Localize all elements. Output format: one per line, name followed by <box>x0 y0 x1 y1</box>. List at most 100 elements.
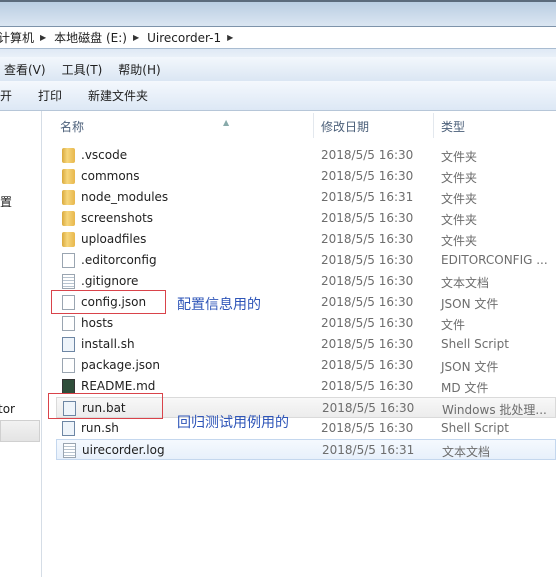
file-date: 2018/5/5 16:30 <box>321 295 414 309</box>
file-type: 文件夹 <box>441 192 478 206</box>
file-type: JSON 文件 <box>441 297 499 311</box>
file-row[interactable]: hosts 2018/5/5 16:30 文件 <box>56 313 556 334</box>
menu-tools[interactable]: 工具(T) <box>62 61 103 78</box>
file-row[interactable]: commons 2018/5/5 16:30 文件夹 <box>56 166 556 187</box>
folder-icon <box>62 211 75 226</box>
file-type: 文件夹 <box>441 234 478 248</box>
file-date: 2018/5/5 16:30 <box>321 211 414 225</box>
file-date: 2018/5/5 16:30 <box>321 169 414 183</box>
annotation-box-config <box>51 290 166 314</box>
file-type: 文件夹 <box>441 150 478 164</box>
column-date[interactable]: 修改日期 <box>321 118 369 135</box>
sidebar-item-selected[interactable] <box>0 420 40 442</box>
file-row[interactable]: screenshots 2018/5/5 16:30 文件夹 <box>56 208 556 229</box>
file-date: 2018/5/5 16:31 <box>321 190 414 204</box>
file-name: commons <box>81 169 140 183</box>
file-type: Windows 批处理... <box>442 403 547 417</box>
file-row[interactable]: uploadfiles 2018/5/5 16:30 文件夹 <box>56 229 556 250</box>
file-name: .editorconfig <box>81 253 157 267</box>
markdown-icon <box>62 379 75 394</box>
file-name: uirecorder.log <box>82 443 165 457</box>
chevron-right-icon[interactable]: ▶ <box>227 33 233 42</box>
file-name: README.md <box>81 379 156 393</box>
folder-icon <box>62 190 75 205</box>
file-date: 2018/5/5 16:30 <box>321 232 414 246</box>
breadcrumb-folder[interactable]: Uirecorder-1 <box>147 31 221 45</box>
file-icon <box>62 358 75 373</box>
title-bar <box>0 0 556 26</box>
folder-icon <box>62 232 75 247</box>
file-date: 2018/5/5 16:30 <box>321 148 414 162</box>
folder-icon <box>62 148 75 163</box>
file-name: uploadfiles <box>81 232 147 246</box>
file-date: 2018/5/5 16:30 <box>321 274 414 288</box>
file-row[interactable]: run.sh 2018/5/5 16:30 Shell Script <box>56 418 556 439</box>
file-date: 2018/5/5 16:30 <box>321 358 414 372</box>
column-divider[interactable] <box>313 113 314 138</box>
chevron-right-icon[interactable]: ▶ <box>133 33 139 42</box>
file-row[interactable]: .gitignore 2018/5/5 16:30 文本文档 <box>56 271 556 292</box>
file-icon <box>62 253 75 268</box>
file-name: node_modules <box>81 190 169 204</box>
file-type: 文件夹 <box>441 171 478 185</box>
file-type: 文件夹 <box>441 213 478 227</box>
column-header: ▲ 名称 修改日期 类型 <box>43 113 556 138</box>
menu-view[interactable]: 查看(V) <box>4 61 46 78</box>
file-type: EDITORCONFIG ... <box>441 253 548 267</box>
file-type: JSON 文件 <box>441 360 499 374</box>
file-icon <box>62 316 75 331</box>
file-date: 2018/5/5 16:30 <box>321 253 414 267</box>
address-bar[interactable]: 计算机 ▶ 本地磁盘 (E:) ▶ Uirecorder-1 ▶ <box>0 26 556 49</box>
file-name: package.json <box>81 358 161 372</box>
file-type: 文本文档 <box>442 445 491 459</box>
divider <box>0 49 556 57</box>
annotation-config: 配置信息用的 <box>177 297 261 313</box>
file-type: MD 文件 <box>441 381 489 395</box>
file-date: 2018/5/5 16:31 <box>322 443 415 457</box>
breadcrumb-drive[interactable]: 本地磁盘 (E:) <box>54 29 127 46</box>
script-icon <box>62 337 75 352</box>
file-row[interactable]: node_modules 2018/5/5 16:31 文件夹 <box>56 187 556 208</box>
new-folder-button[interactable]: 新建文件夹 <box>88 87 148 104</box>
navigation-pane: 位置 tor <box>0 111 42 577</box>
annotation-box-run <box>48 393 163 419</box>
print-button[interactable]: 打印 <box>38 87 62 104</box>
file-row[interactable]: package.json 2018/5/5 16:30 JSON 文件 <box>56 355 556 376</box>
text-file-icon <box>62 274 75 289</box>
file-name: run.sh <box>81 421 119 435</box>
script-icon <box>62 421 75 436</box>
file-type: 文本文档 <box>441 276 490 290</box>
file-row[interactable]: uirecorder.log 2018/5/5 16:31 文本文档 <box>56 439 556 460</box>
file-type: Shell Script <box>441 337 509 351</box>
file-type: Shell Script <box>441 421 509 435</box>
file-name: install.sh <box>81 337 135 351</box>
annotation-run: 回归测试用例用的 <box>177 415 289 431</box>
sort-ascending-icon: ▲ <box>223 118 230 127</box>
column-divider[interactable] <box>433 113 434 138</box>
menu-help[interactable]: 帮助(H) <box>118 61 160 78</box>
file-name: .vscode <box>81 148 128 162</box>
open-button[interactable]: 打开 <box>0 87 12 104</box>
toolbar: 打开 打印 新建文件夹 <box>0 81 556 111</box>
chevron-right-icon[interactable]: ▶ <box>40 33 46 42</box>
sidebar-item-location[interactable]: 位置 <box>0 193 12 210</box>
file-name: .gitignore <box>81 274 139 288</box>
folder-icon <box>62 169 75 184</box>
file-date: 2018/5/5 16:30 <box>321 379 414 393</box>
file-row[interactable]: install.sh 2018/5/5 16:30 Shell Script <box>56 334 556 355</box>
file-name: screenshots <box>81 211 154 225</box>
file-date: 2018/5/5 16:30 <box>322 401 415 415</box>
file-row[interactable]: .vscode 2018/5/5 16:30 文件夹 <box>56 145 556 166</box>
column-name[interactable]: 名称 <box>60 118 84 135</box>
text-file-icon <box>63 443 76 458</box>
file-date: 2018/5/5 16:30 <box>321 316 414 330</box>
file-row[interactable]: .editorconfig 2018/5/5 16:30 EDITORCONFI… <box>56 250 556 271</box>
file-date: 2018/5/5 16:30 <box>321 421 414 435</box>
column-type[interactable]: 类型 <box>441 118 465 135</box>
file-name: hosts <box>81 316 114 330</box>
menu-bar: 查看(V) 工具(T) 帮助(H) <box>0 57 556 81</box>
sidebar-item-tor[interactable]: tor <box>0 402 15 416</box>
file-type: 文件 <box>441 318 466 332</box>
breadcrumb-computer[interactable]: 计算机 <box>0 29 34 46</box>
file-date: 2018/5/5 16:30 <box>321 337 414 351</box>
